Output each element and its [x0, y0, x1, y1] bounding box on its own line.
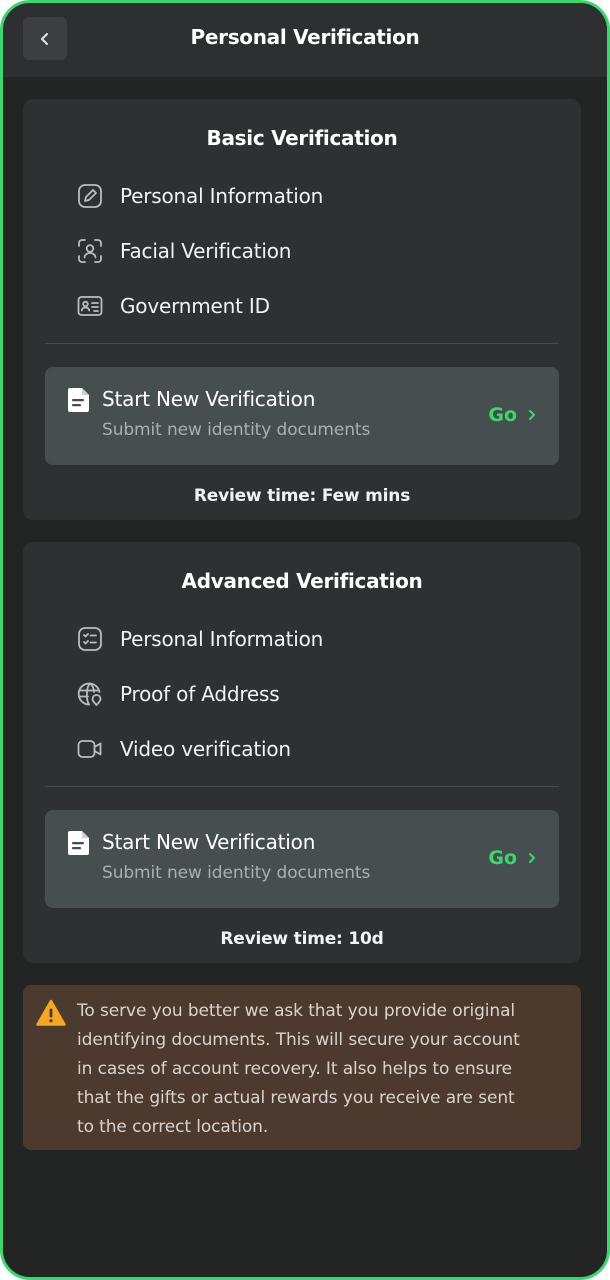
basic-start-verification-button[interactable]: Start New Verification Submit new identi… [45, 367, 559, 465]
warning-icon [36, 999, 66, 1026]
advanced-verification-card: Advanced Verification Personal Informati… [23, 542, 581, 963]
start-verification-title: Start New Verification [102, 387, 316, 411]
start-verification-subtitle: Submit new identity documents [102, 420, 371, 440]
advanced-item-label: Video verification [120, 737, 291, 761]
notice-text: To serve you better we ask that you prov… [77, 997, 572, 1142]
advanced-item-proof-of-address: Proof of Address [75, 679, 280, 709]
advanced-item-video-verification: Video verification [75, 734, 291, 764]
review-time: Review time: 10d [220, 929, 384, 949]
advanced-item-label: Proof of Address [120, 682, 280, 706]
divider [45, 786, 559, 787]
document-icon [68, 388, 89, 412]
basic-verification-card: Basic Verification Personal Information [23, 99, 581, 520]
notice-line: identifying documents. This will secure … [77, 1030, 520, 1050]
go-label: Go [488, 847, 517, 869]
start-verification-subtitle: Submit new identity documents [102, 863, 371, 883]
go-link[interactable]: Go [488, 847, 537, 869]
divider [45, 343, 559, 344]
globe-pin-icon [75, 679, 105, 709]
notice-line: in cases of account recovery. It also he… [77, 1059, 512, 1079]
review-time: Review time: Few mins [193, 486, 411, 506]
notice-banner: To serve you better we ask that you prov… [23, 985, 581, 1150]
advanced-item-label: Personal Information [120, 627, 324, 651]
basic-item-label: Facial Verification [120, 239, 292, 263]
notice-line: that the gifts or actual rewards you rec… [77, 1088, 515, 1108]
top-bar: Personal Verification [3, 3, 607, 77]
edit-pencil-icon [75, 181, 105, 211]
id-card-icon [75, 291, 105, 321]
advanced-item-personal-information: Personal Information [75, 624, 323, 654]
advanced-start-verification-button[interactable]: Start New Verification Submit new identi… [45, 810, 559, 908]
checklist-icon [75, 624, 105, 654]
app-frame: Personal Verification Basic Verification… [0, 0, 610, 1280]
notice-line: To serve you better we ask that you prov… [77, 1001, 516, 1021]
video-camera-icon [75, 734, 105, 764]
basic-item-personal-information: Personal Information [75, 181, 323, 211]
chevron-right-icon [529, 853, 535, 863]
go-label: Go [488, 404, 517, 426]
basic-item-label: Government ID [120, 294, 270, 318]
page-title: Personal Verification [190, 25, 420, 49]
basic-verification-title: Basic Verification [206, 126, 398, 150]
basic-item-label: Personal Information [120, 184, 324, 208]
chevron-right-icon [529, 410, 535, 420]
notice-line: to the correct location. [77, 1117, 269, 1137]
start-verification-title: Start New Verification [102, 830, 316, 854]
basic-item-government-id: Government ID [75, 291, 270, 321]
go-link[interactable]: Go [488, 404, 537, 426]
document-icon [68, 831, 89, 855]
advanced-verification-title: Advanced Verification [181, 569, 423, 593]
face-scan-icon [75, 236, 105, 266]
basic-item-facial-verification: Facial Verification [75, 236, 291, 266]
